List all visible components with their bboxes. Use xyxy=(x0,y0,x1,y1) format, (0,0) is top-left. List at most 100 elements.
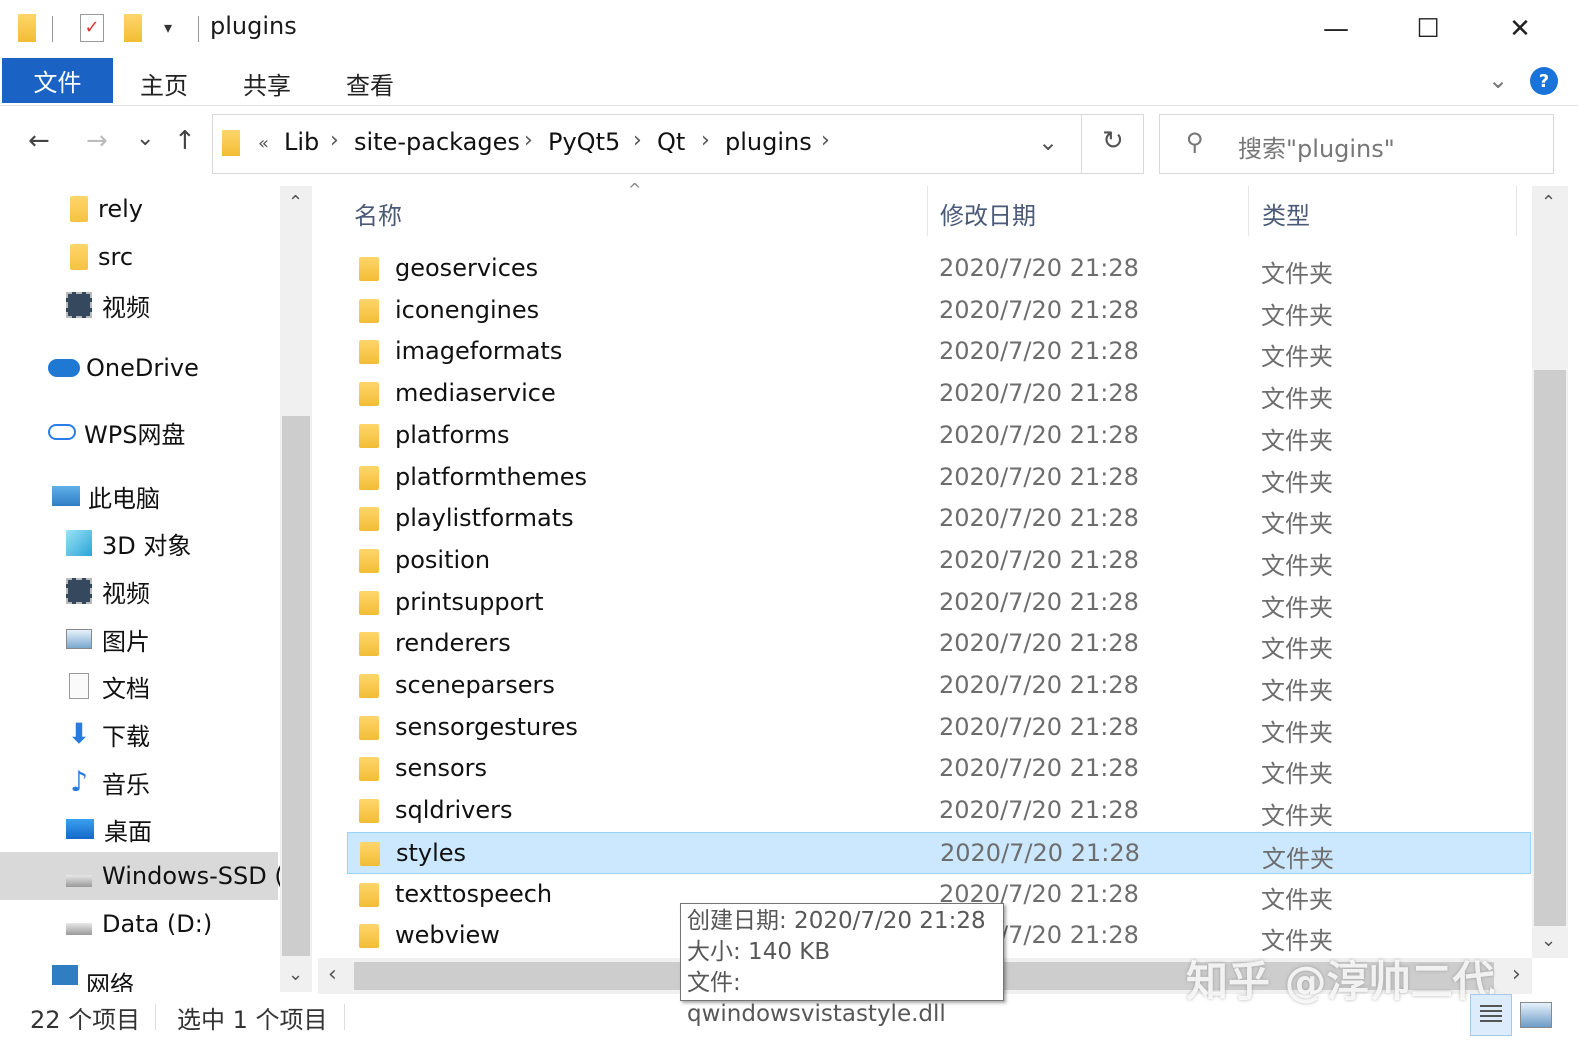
file-date: 2020/7/20 21:28 xyxy=(939,671,1139,699)
forward-button[interactable]: → xyxy=(86,126,108,156)
file-row[interactable]: playlistformats 2020/7/20 21:28 文件夹 xyxy=(347,498,1531,540)
sidebar-scrollbar-thumb[interactable] xyxy=(282,416,310,956)
file-row[interactable]: iconengines 2020/7/20 21:28 文件夹 xyxy=(347,290,1531,332)
file-row[interactable]: sensorgestures 2020/7/20 21:28 文件夹 xyxy=(347,707,1531,749)
sidebar-item-desktop[interactable]: 桌面 xyxy=(66,809,152,849)
large-icons-view-icon[interactable] xyxy=(1520,1002,1552,1028)
file-name: platformthemes xyxy=(395,463,588,491)
properties-icon[interactable]: ✓ xyxy=(80,14,104,42)
scroll-down-icon[interactable]: ⌄ xyxy=(288,964,303,985)
file-type: 文件夹 xyxy=(1261,427,1333,455)
file-row[interactable]: platformthemes 2020/7/20 21:28 文件夹 xyxy=(347,457,1531,499)
file-date: 2020/7/20 21:28 xyxy=(939,588,1139,616)
file-row[interactable]: platforms 2020/7/20 21:28 文件夹 xyxy=(347,415,1531,457)
sidebar-item-music[interactable]: ♪ 音乐 xyxy=(66,762,150,802)
expand-ribbon-icon[interactable]: ⌄ xyxy=(1488,66,1508,94)
breadcrumb-overflow[interactable]: « xyxy=(258,133,269,154)
new-folder-icon[interactable] xyxy=(124,14,142,42)
sidebar-item-downloads[interactable]: ⬇ 下载 xyxy=(66,714,150,754)
sidebar-item-3d[interactable]: 3D 对象 xyxy=(66,523,191,563)
chevron-right-icon[interactable]: › xyxy=(330,128,339,153)
file-row[interactable]: imageformats 2020/7/20 21:28 文件夹 xyxy=(347,331,1531,373)
scroll-right-icon[interactable]: › xyxy=(1512,962,1521,987)
maximize-button[interactable]: ☐ xyxy=(1388,8,1468,50)
breadcrumb-qt[interactable]: Qt xyxy=(657,128,685,156)
breadcrumb-plugins[interactable]: plugins xyxy=(725,128,812,156)
close-button[interactable]: ✕ xyxy=(1480,8,1560,50)
search-icon: ⚲ xyxy=(1186,128,1204,156)
file-row[interactable]: position 2020/7/20 21:28 文件夹 xyxy=(347,540,1531,582)
sidebar-item-onedrive[interactable]: OneDrive xyxy=(48,348,199,388)
file-row[interactable]: renderers 2020/7/20 21:28 文件夹 xyxy=(347,623,1531,665)
chevron-right-icon[interactable]: › xyxy=(821,128,830,153)
details-view-icon[interactable] xyxy=(1470,994,1512,1036)
tab-home[interactable]: 主页 xyxy=(140,66,188,101)
tab-share[interactable]: 共享 xyxy=(243,66,291,101)
folder-icon xyxy=(359,466,379,490)
sidebar-item-rely[interactable]: rely xyxy=(70,189,143,229)
up-button[interactable]: ↑ xyxy=(174,126,196,156)
sidebar-item-wps[interactable]: WPS网盘 xyxy=(48,412,185,452)
sidebar-item-pictures[interactable]: 图片 xyxy=(66,619,150,659)
sidebar-item-src[interactable]: src xyxy=(70,237,133,277)
recent-locations-button[interactable]: ⌄ xyxy=(136,126,154,151)
sidebar-item-documents[interactable]: 文档 xyxy=(66,666,150,706)
file-name: imageformats xyxy=(395,337,563,365)
sidebar-item-this-pc[interactable]: 此电脑 xyxy=(52,476,160,516)
folder-icon xyxy=(360,842,380,866)
column-divider[interactable] xyxy=(1248,186,1249,236)
back-button[interactable]: ← xyxy=(28,126,50,156)
customize-quick-access-icon[interactable]: ▾ xyxy=(164,18,172,37)
column-divider[interactable] xyxy=(1516,186,1517,236)
column-header-date[interactable]: 修改日期 xyxy=(940,196,1036,231)
scroll-down-icon[interactable]: ⌄ xyxy=(1541,930,1556,951)
sidebar-item-video[interactable]: 视频 xyxy=(66,285,150,325)
scroll-up-icon[interactable]: ⌃ xyxy=(1541,192,1556,213)
breadcrumb-lib[interactable]: Lib xyxy=(284,128,319,156)
column-header-name[interactable]: 名称 xyxy=(354,196,402,231)
file-name: printsupport xyxy=(395,588,544,616)
file-row[interactable]: sqldrivers 2020/7/20 21:28 文件夹 xyxy=(347,790,1531,832)
file-row[interactable]: sceneparsers 2020/7/20 21:28 文件夹 xyxy=(347,665,1531,707)
scroll-up-icon[interactable]: ⌃ xyxy=(288,192,303,213)
file-row[interactable]: geoservices 2020/7/20 21:28 文件夹 xyxy=(347,248,1531,290)
breadcrumb-pyqt5[interactable]: PyQt5 xyxy=(548,128,620,156)
folder-icon xyxy=(359,549,379,573)
tab-view[interactable]: 查看 xyxy=(346,66,394,101)
file-date: 2020/7/20 21:28 xyxy=(939,796,1139,824)
chevron-right-icon[interactable]: › xyxy=(524,128,533,153)
status-selected-count: 选中 1 个项目 xyxy=(177,1006,328,1034)
tab-file[interactable]: 文件 xyxy=(2,58,113,103)
refresh-button[interactable]: ↻ xyxy=(1102,126,1124,156)
folder-icon xyxy=(359,424,379,448)
sort-ascending-icon: ^ xyxy=(628,180,642,199)
sidebar-item-network[interactable]: 网络 xyxy=(52,965,134,992)
file-name: sensorgestures xyxy=(395,713,578,741)
file-row[interactable]: sensors 2020/7/20 21:28 文件夹 xyxy=(347,748,1531,790)
tooltip-size: 大小: 140 KB xyxy=(687,939,831,965)
minimize-button[interactable]: — xyxy=(1296,8,1376,50)
file-row[interactable]: mediaservice 2020/7/20 21:28 文件夹 xyxy=(347,373,1531,415)
drive-icon xyxy=(66,875,92,887)
file-tooltip: 创建日期: 2020/7/20 21:28 大小: 140 KB 文件: qwi… xyxy=(680,903,1004,1027)
sidebar-item-data-d[interactable]: Data (D:) xyxy=(66,904,212,944)
sidebar-item-windows-ssd[interactable]: Windows-SSD ( xyxy=(66,856,284,896)
sidebar-item-video-2[interactable]: 视频 xyxy=(66,571,150,611)
file-row[interactable]: styles 2020/7/20 21:28 文件夹 xyxy=(347,832,1531,874)
chevron-right-icon[interactable]: › xyxy=(633,128,642,153)
vertical-scrollbar-thumb[interactable] xyxy=(1534,370,1566,926)
drive-icon xyxy=(66,923,92,935)
scroll-left-icon[interactable]: ‹ xyxy=(328,962,337,987)
folder-icon xyxy=(359,924,379,948)
column-header-type[interactable]: 类型 xyxy=(1262,196,1310,231)
file-row[interactable]: printsupport 2020/7/20 21:28 文件夹 xyxy=(347,582,1531,624)
breadcrumb-site-packages[interactable]: site-packages xyxy=(354,128,520,156)
file-type: 文件夹 xyxy=(1261,260,1333,288)
help-icon[interactable]: ? xyxy=(1530,67,1558,95)
file-row-partial[interactable] xyxy=(347,236,1531,248)
address-dropdown-icon[interactable]: ⌄ xyxy=(1038,128,1058,156)
column-divider[interactable] xyxy=(927,186,928,236)
chevron-right-icon[interactable]: › xyxy=(701,128,710,153)
file-list-viewport: geoservices 2020/7/20 21:28 文件夹 iconengines… xyxy=(0,236,1578,958)
search-input[interactable]: 搜索"plugins" xyxy=(1238,129,1395,164)
